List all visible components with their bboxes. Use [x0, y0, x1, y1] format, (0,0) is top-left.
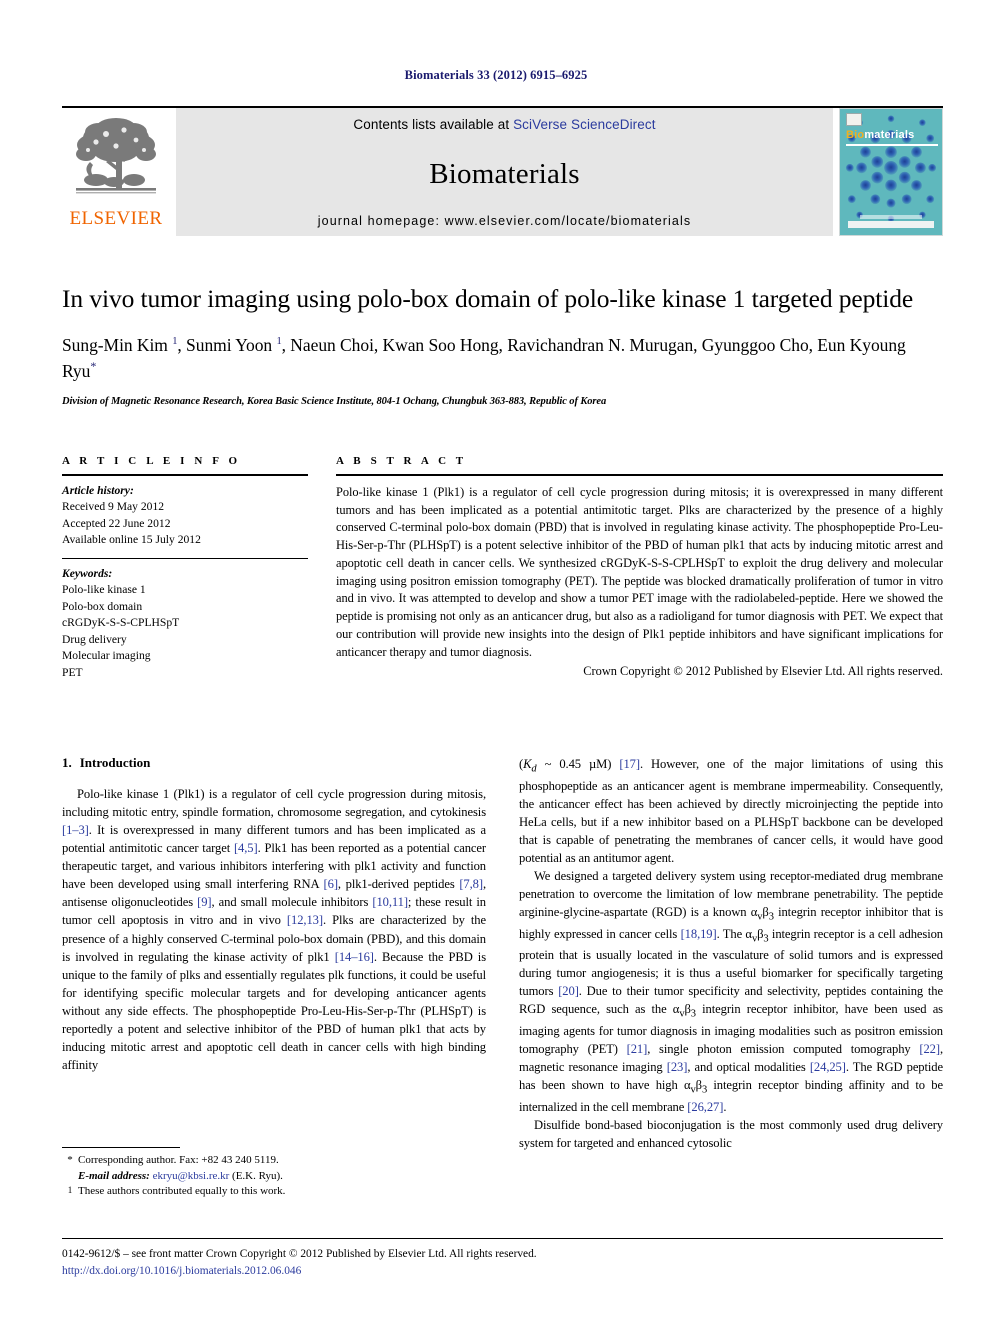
running-head: Biomaterials 33 (2012) 6915–6925	[404, 68, 588, 82]
abstract-heading: A B S T R A C T	[336, 455, 467, 467]
body-column-gap	[486, 755, 519, 1152]
footnote-corresponding-author: * Corresponding author. Fax: +82 43 240 …	[62, 1153, 486, 1184]
keyword-item: PET	[62, 665, 83, 679]
issn-copyright-line: 0142-9612/$ – see front matter Crown Cop…	[62, 1248, 537, 1260]
keyword-item: cRGDyK-S-S-CPLHSpT	[62, 616, 180, 630]
keyword-item: Polo-box domain	[62, 599, 143, 613]
cover-footer-bar	[848, 221, 934, 228]
history-item: Available online 15 July 2012	[62, 533, 201, 547]
abstract-copyright: Crown Copyright © 2012 Published by Else…	[583, 664, 943, 679]
body-right-column: (Kd ~ 0.45 µM) [17]. However, one of the…	[519, 755, 943, 1152]
cover-divider	[846, 144, 938, 146]
section-title-text: Introduction	[79, 755, 151, 770]
article-info-heading: A R T I C L E I N F O	[62, 455, 241, 467]
section-number: 1.	[62, 755, 72, 770]
article-title: In vivo tumor imaging using polo-box dom…	[62, 284, 914, 313]
article-info-column: A R T I C L E I N F O Article history: R…	[62, 455, 308, 681]
elsevier-tree-icon	[76, 118, 156, 194]
email-owner: (E.K. Ryu).	[232, 1169, 283, 1182]
body-columns: 1. Introduction Polo-like kinase 1 (Plk1)…	[62, 755, 943, 1152]
keyword-item: Molecular imaging	[62, 649, 151, 663]
abstract-column: A B S T R A C T Polo-like kinase 1 (Plk1…	[336, 455, 943, 681]
abstract-text: Polo-like kinase 1 (Plk1) is a regulator…	[336, 485, 943, 659]
body-left-column: 1. Introduction Polo-like kinase 1 (Plk1)…	[62, 755, 486, 1152]
article-info-rule-mid	[62, 557, 308, 559]
cover-title-bio: Bio	[846, 129, 865, 141]
cover-footer-bar-upper	[860, 215, 922, 219]
cover-title: Biomaterials	[846, 129, 914, 141]
info-abstract-region: A R T I C L E I N F O Article history: R…	[62, 455, 943, 681]
cover-title-materials: materials	[864, 129, 915, 141]
intro-paragraph-1-continued: (Kd ~ 0.45 µM) [17]. However, one of the…	[519, 757, 943, 865]
footnote-equal-contribution: 1 These authors contributed equally to t…	[62, 1184, 486, 1203]
keyword-item: Drug delivery	[62, 632, 127, 646]
author-list: Sung-Min Kim 1, Sunmi Yoon 1, Naeun Choi…	[62, 335, 906, 381]
footnote-equal-text: These authors contributed equally to thi…	[78, 1185, 286, 1198]
article-history-label: Article history:	[62, 484, 134, 497]
page-footer: 0142-9612/$ – see front matter Crown Cop…	[62, 1238, 943, 1280]
intro-paragraph-3: Disulfide bond-based bioconjugation is t…	[519, 1117, 943, 1150]
elsevier-logo: ELSEVIER	[62, 108, 170, 236]
email-link[interactable]: ekryu@kbsi.re.kr	[153, 1170, 230, 1182]
journal-cover-thumbnail: Biomaterials	[839, 108, 943, 236]
footnote-rule	[62, 1147, 180, 1148]
history-item: Received 9 May 2012	[62, 500, 165, 514]
intro-paragraph-1: Polo-like kinase 1 (Plk1) is a regulator…	[62, 787, 487, 1072]
keywords-label: Keywords:	[62, 566, 113, 580]
sciencedirect-link[interactable]: SciVerse ScienceDirect	[513, 117, 656, 132]
email-label: E-mail address:	[78, 1169, 150, 1182]
journal-title: Biomaterials	[429, 157, 580, 190]
section-heading-introduction: 1. Introduction	[62, 755, 486, 771]
elsevier-wordmark: ELSEVIER	[69, 208, 163, 229]
journal-article-page: Biomaterials 33 (2012) 6915–6925 ELSEVIE…	[0, 0, 992, 1323]
affiliation: Division of Magnetic Resonance Research,…	[62, 396, 607, 408]
footnote-corresponding-text: Corresponding author. Fax: +82 43 240 51…	[78, 1153, 486, 1184]
keywords-block: Keywords: Polo-like kinase 1 Polo-box do…	[62, 566, 308, 681]
banner-center: Contents lists available at SciVerse Sci…	[176, 108, 833, 236]
contents-available-line: Contents lists available at SciVerse Sci…	[353, 117, 655, 132]
keyword-item: Polo-like kinase 1	[62, 583, 146, 597]
footnote-mark-one: 1	[67, 1185, 73, 1196]
journal-banner: ELSEVIER Contents lists available at Sci…	[62, 106, 943, 238]
corresponding-author-line: Corresponding author. Fax: +82 43 240 51…	[78, 1154, 279, 1166]
footnote-mark-asterisk: *	[67, 1154, 73, 1166]
column-gap	[308, 455, 336, 681]
journal-homepage-line[interactable]: journal homepage: www.elsevier.com/locat…	[318, 214, 691, 228]
footnote-block: * Corresponding author. Fax: +82 43 240 …	[62, 1147, 486, 1203]
history-item: Accepted 22 June 2012	[62, 516, 171, 530]
doi-link[interactable]: http://dx.doi.org/10.1016/j.biomaterials…	[62, 1263, 943, 1280]
article-history-block: Article history: Received 9 May 2012 Acc…	[62, 476, 308, 549]
cover-logo-box	[846, 113, 862, 126]
intro-paragraph-2: We designed a targeted delivery system u…	[519, 868, 944, 1114]
title-block: In vivo tumor imaging using polo-box dom…	[62, 283, 943, 407]
contents-prefix: Contents lists available at	[353, 117, 514, 132]
